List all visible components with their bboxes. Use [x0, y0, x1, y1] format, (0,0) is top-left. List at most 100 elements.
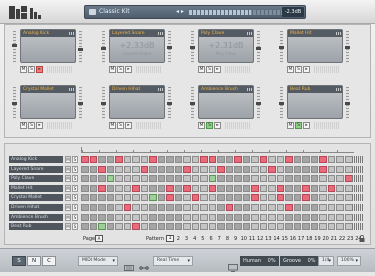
step-cell[interactable] — [132, 175, 140, 183]
step-cell[interactable] — [234, 213, 242, 221]
step-cell[interactable] — [98, 165, 106, 173]
pad-screen[interactable]: Crystal Mallet — [20, 85, 76, 119]
step-cell[interactable] — [106, 165, 115, 173]
solo-button[interactable]: S — [295, 66, 302, 73]
step-cell[interactable] — [310, 213, 319, 221]
step-cell[interactable] — [132, 213, 140, 221]
row-solo-button[interactable]: S — [72, 184, 78, 192]
pattern-number[interactable]: 18 — [305, 236, 313, 242]
step-cell[interactable] — [174, 194, 183, 202]
slider-knob[interactable] — [12, 102, 17, 105]
play-button[interactable]: ▸ — [125, 66, 132, 73]
solo-button[interactable]: S — [117, 122, 124, 129]
step-cell[interactable] — [276, 223, 285, 231]
step-cell[interactable] — [208, 184, 217, 192]
step-cell[interactable] — [242, 213, 251, 221]
solo-button[interactable]: S — [206, 122, 213, 129]
step-cell[interactable] — [225, 165, 234, 173]
step-cell[interactable] — [217, 184, 225, 192]
pad-pan-slider[interactable] — [256, 87, 261, 119]
pattern-number[interactable]: 20 — [322, 236, 330, 242]
step-cell[interactable] — [115, 175, 123, 183]
row-solo-button[interactable]: S — [72, 194, 78, 202]
step-cell[interactable] — [327, 223, 336, 231]
pattern-number[interactable]: 11 — [248, 236, 256, 242]
step-cell[interactable] — [200, 156, 208, 163]
step-cell[interactable] — [251, 184, 259, 192]
step-cell[interactable] — [166, 156, 174, 163]
step-cell[interactable] — [132, 223, 140, 231]
step-cell[interactable] — [268, 165, 276, 173]
step-cell[interactable] — [225, 213, 234, 221]
mute-button[interactable]: M — [287, 122, 294, 129]
step-cell[interactable] — [302, 213, 310, 221]
row-mute-button[interactable]: M — [65, 204, 71, 211]
step-cell[interactable] — [310, 194, 319, 202]
step-cell[interactable] — [234, 156, 242, 163]
step-cell[interactable] — [217, 165, 225, 173]
step-cell[interactable] — [302, 204, 310, 211]
step-cell[interactable] — [183, 194, 191, 202]
pattern-number[interactable]: 13 — [264, 236, 272, 242]
mute-button[interactable]: M — [198, 122, 205, 129]
step-cell[interactable] — [336, 194, 344, 202]
step-cell[interactable] — [319, 184, 327, 192]
step-cell[interactable] — [98, 184, 106, 192]
step-cell[interactable] — [285, 204, 293, 211]
slider-knob[interactable] — [78, 102, 83, 105]
step-cell[interactable] — [149, 194, 157, 202]
step-cell[interactable] — [191, 184, 200, 192]
pattern-number[interactable]: 12 — [256, 236, 264, 242]
step-cell[interactable] — [293, 175, 302, 183]
step-cell[interactable] — [98, 175, 106, 183]
step-cell[interactable] — [268, 213, 276, 221]
step-cell[interactable] — [166, 194, 174, 202]
play-button[interactable]: ▸ — [303, 66, 310, 73]
step-cell[interactable] — [166, 223, 174, 231]
pad-volume-slider[interactable] — [101, 31, 106, 63]
lock-icon[interactable] — [359, 234, 365, 242]
step-cell[interactable] — [234, 223, 242, 231]
pattern-number[interactable]: 2 — [174, 236, 182, 242]
step-cell[interactable] — [285, 175, 293, 183]
row-mute-button[interactable]: M — [65, 165, 71, 173]
step-cell[interactable] — [191, 194, 200, 202]
step-cell[interactable] — [217, 213, 225, 221]
step-cell[interactable] — [157, 175, 166, 183]
step-cell[interactable] — [183, 213, 191, 221]
pad-volume-slider[interactable] — [279, 87, 284, 119]
step-cell[interactable] — [268, 223, 276, 231]
step-cell[interactable] — [251, 175, 259, 183]
pad-volume-slider[interactable] — [101, 87, 106, 119]
drum-pad[interactable]: Layered Snare +2.33dB Layered Snare M S ▸ — [101, 29, 172, 77]
row-solo-button[interactable]: S — [72, 213, 78, 221]
step-cell[interactable] — [200, 165, 208, 173]
step-cell[interactable] — [106, 175, 115, 183]
step-cell[interactable] — [166, 204, 174, 211]
step-cell[interactable] — [149, 204, 157, 211]
step-cell[interactable] — [98, 194, 106, 202]
step-cell[interactable] — [98, 213, 106, 221]
step-cell[interactable] — [106, 156, 115, 163]
pad-menu-icon[interactable] — [69, 32, 74, 35]
step-cell[interactable] — [115, 165, 123, 173]
pattern-number[interactable]: 15 — [281, 236, 289, 242]
step-cell[interactable] — [140, 175, 149, 183]
step-cell[interactable] — [310, 223, 319, 231]
pad-pan-slider[interactable] — [345, 87, 350, 119]
step-cell[interactable] — [251, 223, 259, 231]
step-cell[interactable] — [89, 165, 98, 173]
row-mute-button[interactable]: M — [65, 156, 71, 163]
step-cell[interactable] — [157, 213, 166, 221]
swing-dropdown[interactable]: 1/4 — [318, 256, 334, 266]
row-solo-button[interactable]: S — [72, 165, 78, 173]
mute-button[interactable]: M — [109, 66, 116, 73]
slider-knob[interactable] — [101, 47, 106, 50]
step-cell[interactable] — [81, 156, 89, 163]
step-cell[interactable] — [310, 156, 319, 163]
pattern-number[interactable]: 9 — [232, 236, 240, 242]
step-cell[interactable] — [217, 175, 225, 183]
step-cell[interactable] — [183, 204, 191, 211]
slider-knob[interactable] — [279, 102, 284, 105]
step-cell[interactable] — [157, 165, 166, 173]
